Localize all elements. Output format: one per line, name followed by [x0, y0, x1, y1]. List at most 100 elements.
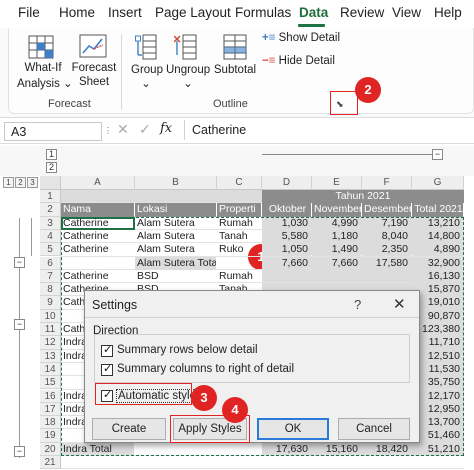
- column-title-cell: Desember: [362, 203, 411, 217]
- column-title-cell: Properti: [217, 203, 261, 217]
- more-options-icon[interactable]: ⋮: [104, 126, 112, 135]
- row-level-1-button[interactable]: 1: [3, 177, 14, 188]
- column-level-1-button[interactable]: 1: [46, 149, 57, 160]
- forecast-sheet-label-1[interactable]: Forecast: [70, 62, 118, 74]
- summary-columns-checkbox[interactable]: ✓: [101, 363, 113, 376]
- row-header[interactable]: 6: [40, 256, 61, 270]
- row-collapse-button[interactable]: −: [14, 319, 25, 330]
- summary-columns-label[interactable]: Summary columns to right of detail: [117, 363, 294, 375]
- column-header-a[interactable]: A: [61, 176, 135, 190]
- group-label[interactable]: Group: [128, 64, 166, 76]
- column-header-g[interactable]: G: [412, 176, 464, 190]
- row-gridline: [61, 468, 464, 470]
- create-button[interactable]: Create: [92, 418, 166, 440]
- column-title-cell: Total 2021: [412, 203, 463, 217]
- close-icon[interactable]: ✕: [393, 295, 406, 313]
- menu-help[interactable]: Help: [434, 5, 462, 20]
- callout-badge-2: 2: [355, 77, 381, 103]
- check-icon: ✓: [103, 363, 113, 375]
- ok-button[interactable]: OK: [257, 418, 329, 440]
- row-header[interactable]: 3: [40, 216, 61, 230]
- row-header[interactable]: 2: [40, 203, 61, 217]
- menu-file[interactable]: File: [18, 5, 40, 20]
- subtotal-label[interactable]: Subtotal: [212, 64, 258, 76]
- column-title-cell: November: [312, 203, 361, 217]
- column-outline-bar: [262, 154, 432, 155]
- row-outline-bar-level-3: [31, 218, 32, 256]
- menu-view[interactable]: View: [392, 5, 421, 20]
- forecast-sheet-label-2[interactable]: Sheet: [70, 76, 118, 88]
- row-header[interactable]: 8: [40, 283, 61, 297]
- name-box[interactable]: A3: [4, 122, 102, 141]
- chevron-down-icon[interactable]: ⌄: [140, 76, 152, 90]
- menu-home[interactable]: Home: [59, 5, 95, 20]
- row-header[interactable]: 18: [40, 416, 61, 430]
- row-header[interactable]: 21: [40, 456, 61, 470]
- menu-review[interactable]: Review: [340, 5, 384, 20]
- ungroup-icon[interactable]: [173, 33, 200, 66]
- column-header-f[interactable]: F: [362, 176, 412, 190]
- chevron-down-icon[interactable]: ⌄: [182, 76, 194, 90]
- cancel-icon[interactable]: ✕: [117, 121, 129, 138]
- highlight-box-automatic-styles: [95, 383, 192, 405]
- column-header-d[interactable]: D: [262, 176, 312, 190]
- check-icon: ✓: [103, 344, 113, 356]
- menu-formulas[interactable]: Formulas: [235, 5, 291, 20]
- row-header[interactable]: 16: [40, 389, 61, 403]
- row-header[interactable]: 11: [40, 323, 61, 337]
- forecast-group-label: Forecast: [48, 98, 91, 110]
- formula-input[interactable]: Catherine: [192, 123, 246, 137]
- row-level-2-button[interactable]: 2: [15, 177, 26, 188]
- row-header[interactable]: 12: [40, 336, 61, 350]
- column-header-e[interactable]: E: [312, 176, 362, 190]
- select-all-corner[interactable]: [40, 176, 61, 190]
- insert-function-icon[interactable]: fx: [160, 121, 172, 136]
- row-header[interactable]: 15: [40, 376, 61, 390]
- cancel-button[interactable]: Cancel: [338, 418, 410, 440]
- group-icon[interactable]: [135, 33, 159, 66]
- row-collapse-button[interactable]: −: [14, 257, 25, 268]
- row-collapse-button[interactable]: −: [14, 446, 25, 457]
- column-header-c[interactable]: C: [217, 176, 262, 190]
- forecast-sheet-icon[interactable]: [78, 33, 110, 64]
- what-if-analysis-button[interactable]: Analysis ⌄: [17, 76, 73, 90]
- row-header[interactable]: 13: [40, 349, 61, 363]
- menu-page-layout[interactable]: Page Layout: [155, 5, 231, 20]
- column-title-cell: Nama: [61, 203, 134, 217]
- row-header[interactable]: 1: [40, 190, 61, 204]
- row-header[interactable]: 19: [40, 429, 61, 443]
- row-header[interactable]: 17: [40, 402, 61, 417]
- row-header[interactable]: 5: [40, 243, 61, 257]
- menu-data[interactable]: Data: [299, 5, 328, 20]
- what-if-analysis-label-1[interactable]: What-If: [19, 62, 67, 74]
- column-title-cell: Lokasi: [135, 203, 216, 217]
- summary-rows-checkbox[interactable]: ✓: [101, 344, 113, 357]
- header-fill: [61, 190, 262, 204]
- help-icon[interactable]: ?: [354, 297, 361, 312]
- what-if-analysis-icon[interactable]: [26, 34, 60, 65]
- row-outline-bar-level-2: [19, 218, 20, 458]
- ungroup-label[interactable]: Ungroup: [166, 64, 210, 76]
- callout-badge-4: 4: [222, 397, 248, 423]
- row-header[interactable]: 7: [40, 269, 61, 284]
- column-collapse-button[interactable]: −: [432, 149, 443, 160]
- row-header[interactable]: 14: [40, 362, 61, 377]
- row-header[interactable]: 20: [40, 442, 61, 456]
- summary-rows-label[interactable]: Summary rows below detail: [117, 344, 258, 356]
- menu-insert[interactable]: Insert: [108, 5, 142, 20]
- menu-bar: File Home Insert Page Layout Formulas Da…: [0, 0, 474, 28]
- show-detail-button[interactable]: +≡ Show Detail: [262, 32, 340, 44]
- row-header[interactable]: 4: [40, 229, 61, 244]
- hide-detail-button[interactable]: −≡ Hide Detail: [262, 55, 335, 67]
- column-level-2-button[interactable]: 2: [46, 162, 57, 173]
- ribbon-separator: [121, 34, 122, 110]
- row-level-3-button[interactable]: 3: [27, 177, 38, 188]
- outline-area: [0, 146, 474, 176]
- subtotal-icon[interactable]: [222, 33, 248, 66]
- direction-group: [94, 334, 410, 383]
- row-header[interactable]: 9: [40, 296, 61, 310]
- column-header-b[interactable]: B: [135, 176, 217, 190]
- active-tab-underline: [298, 24, 325, 27]
- enter-icon[interactable]: ✓: [139, 121, 151, 138]
- row-header[interactable]: 10: [40, 309, 61, 323]
